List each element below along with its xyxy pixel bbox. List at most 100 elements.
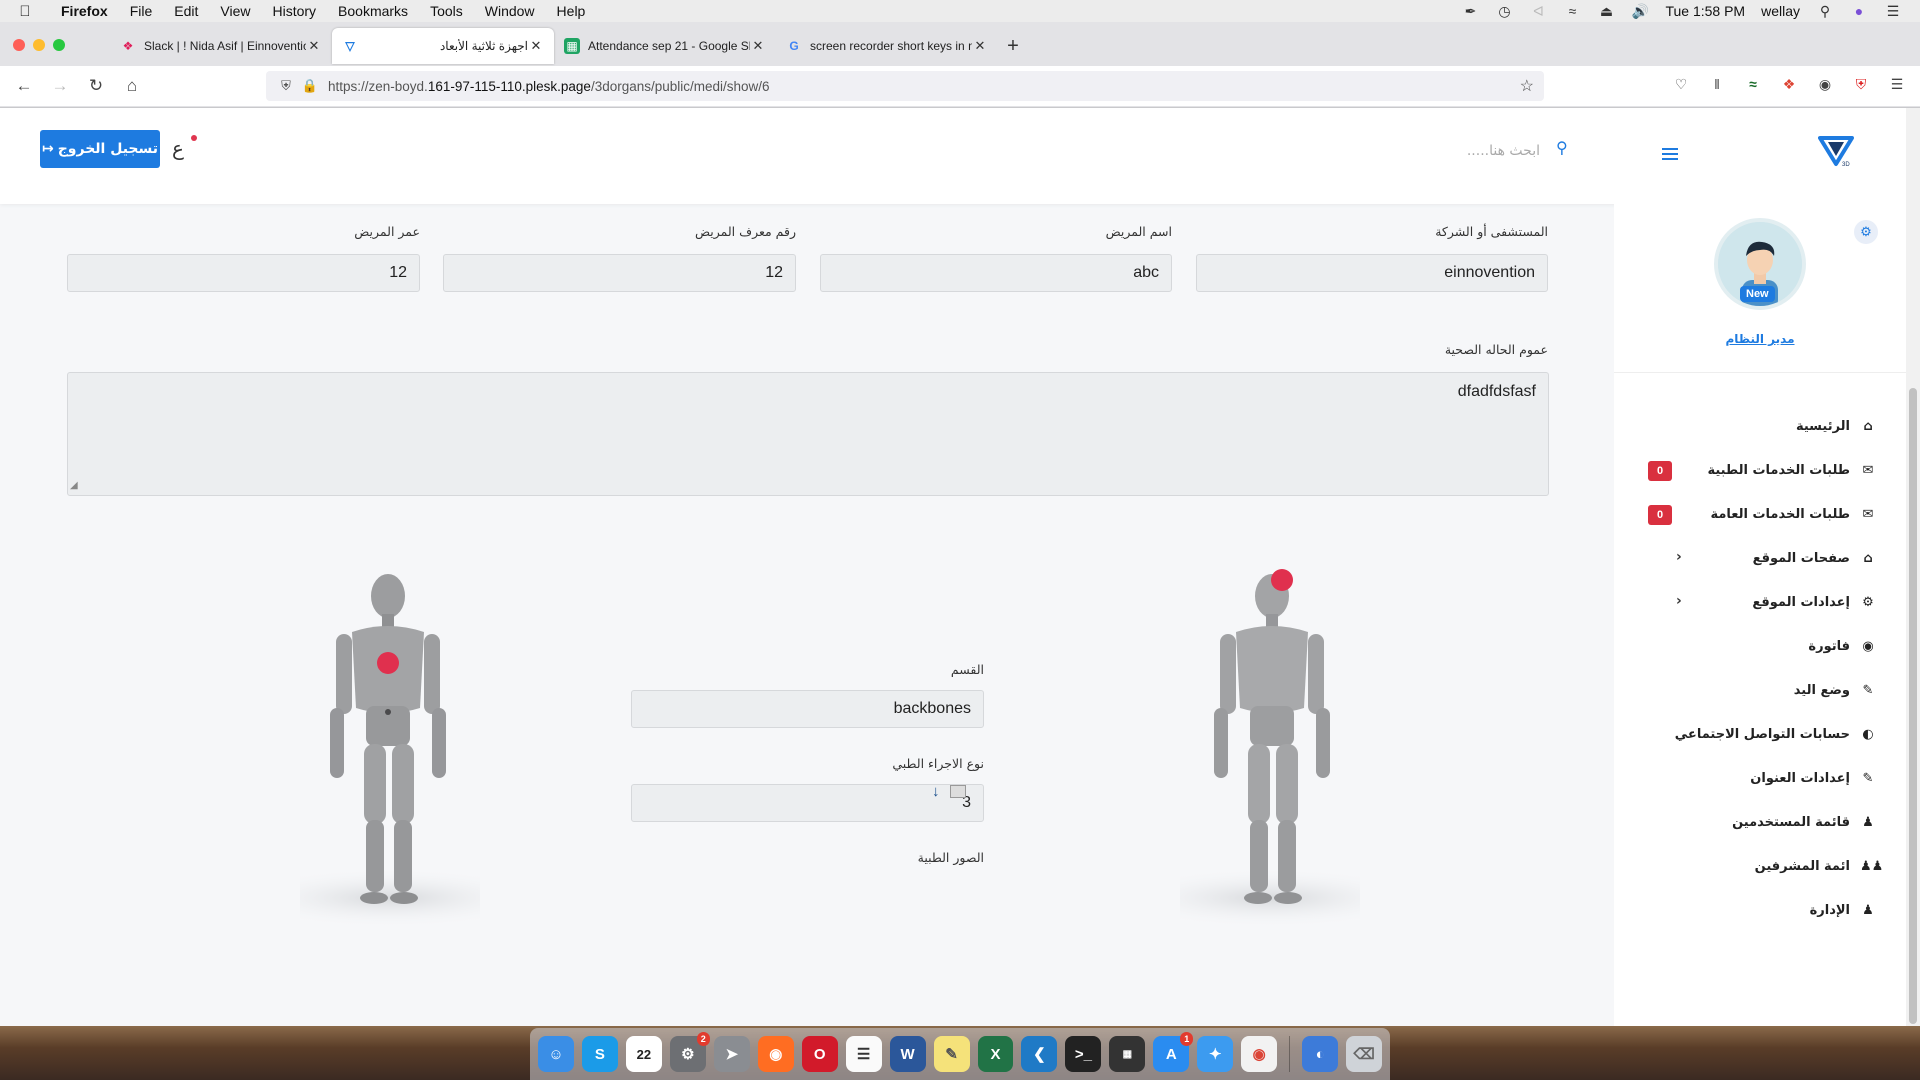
eject-icon[interactable]: ⏏ [1597, 3, 1615, 20]
sidebar-item-hand-mode[interactable]: وضع اليد ✎ [1614, 668, 1906, 712]
search-input[interactable] [1280, 136, 1540, 166]
close-window-icon[interactable] [13, 39, 25, 51]
skype-icon[interactable]: S [581, 1036, 618, 1072]
image-thumbnail-icon[interactable] [949, 785, 966, 798]
url-text[interactable]: https://zen-boyd.161-97-115-110.plesk.pa… [328, 79, 770, 94]
health-status-textarea[interactable]: dfadfdsfasf [67, 372, 1549, 496]
app-store-icon[interactable]: A1 [1153, 1032, 1194, 1072]
scrollbar-thumb[interactable] [1909, 388, 1917, 1024]
tab-slack[interactable]: ❖ Slack | ! Nida Asif | Einnovention ✕ [110, 28, 332, 64]
menu-edit[interactable]: Edit [163, 3, 209, 19]
sidebar-item-site-pages[interactable]: › صفحات الموقع ⌂ [1614, 536, 1906, 580]
finder-icon[interactable]: ☺ [538, 1036, 574, 1072]
notes-icon[interactable]: ✎ [933, 1036, 970, 1072]
tab-sheets[interactable]: ▦ Attendance sep 21 - Google Sheets ✕ [554, 28, 776, 64]
safari-icon[interactable]: ✦ [1197, 1036, 1234, 1072]
system-preferences-icon[interactable]: ⚙ 2 [669, 1032, 710, 1072]
sidebar-item-site-settings[interactable]: › إعدادات الموقع ⚙ [1614, 580, 1906, 624]
extension-color-icon[interactable]: ❖ [1780, 76, 1798, 93]
downloads-folder-icon[interactable]: ◐ [1302, 1036, 1339, 1072]
volume-icon[interactable]: 🔊 [1631, 3, 1649, 20]
menu-icon[interactable]: ☰ [1888, 76, 1906, 93]
menu-app-name[interactable]: Firefox [50, 3, 119, 19]
patient-name-field[interactable]: abc [820, 254, 1172, 292]
user-role-link[interactable]: مدير النظام [1614, 332, 1906, 346]
notification-center-icon[interactable]: ☰ [1884, 3, 1902, 20]
reload-icon[interactable]: ↻ [78, 76, 114, 96]
close-tab-icon[interactable]: ✕ [528, 38, 544, 54]
settings-gear-icon[interactable]: ⚙ [1854, 220, 1878, 244]
body-front-figure[interactable] [1180, 558, 1360, 934]
patient-age-field[interactable]: 12 [67, 254, 420, 292]
sidebar-item-social-accounts[interactable]: حسابات التواصل الاجتماعي ◐ [1614, 712, 1906, 756]
back-icon[interactable]: ← [6, 76, 42, 96]
shield-icon[interactable]: ⛨ [274, 78, 298, 94]
sidebar-item-medical-requests[interactable]: 0 طلبات الخدمات الطبية ✉ [1614, 448, 1906, 492]
reminders-icon[interactable]: ☰ [845, 1036, 882, 1072]
menu-window[interactable]: Window [474, 3, 546, 19]
wifi-icon[interactable]: ≈ [1563, 3, 1581, 19]
section-field[interactable]: backbones [631, 690, 984, 728]
menu-view[interactable]: View [209, 3, 261, 19]
launchpad-icon[interactable]: ➤ [713, 1036, 750, 1072]
library-icon[interactable]: ‖ [1708, 76, 1726, 93]
sidebar-item-users-list[interactable]: قائمة المستخدمين ♟ [1614, 800, 1906, 844]
sidebar-item-general-requests[interactable]: 0 طلبات الخدمات العامة ✉ [1614, 492, 1906, 536]
hamburger-menu-icon[interactable] [1662, 148, 1678, 163]
console-icon[interactable]: ▦ [1109, 1036, 1146, 1072]
patient-id-field[interactable]: 12 [443, 254, 796, 292]
logout-button[interactable]: ↦ تسجيل الخروج [40, 130, 160, 168]
menu-history[interactable]: History [261, 3, 327, 19]
brand-logo-icon[interactable]: 3D [1818, 134, 1854, 168]
menubar-clock[interactable]: Tue 1:58 PM [1665, 3, 1745, 19]
extension-bw-icon[interactable]: ≈ [1744, 76, 1762, 93]
sidebar-item-address-settings[interactable]: إعدادات العنوان ✎ [1614, 756, 1906, 800]
url-bar[interactable]: ⛨ 🔒 https://zen-boyd.161-97-115-110.ples… [266, 71, 1544, 101]
page-scrollbar[interactable] [1906, 108, 1920, 1026]
lock-icon[interactable]: 🔒 [298, 78, 322, 94]
menu-help[interactable]: Help [546, 3, 597, 19]
bookmark-star-icon[interactable]: ☆ [1520, 76, 1534, 96]
sidebar-item-home[interactable]: الرئيسية ⌂ [1614, 404, 1906, 448]
close-tab-icon[interactable]: ✕ [750, 38, 766, 54]
resize-handle-icon[interactable]: ◢ [70, 480, 78, 491]
calendar-icon[interactable]: 22 [625, 1036, 662, 1072]
feather-icon[interactable]: ✒ [1461, 3, 1479, 20]
home-icon[interactable]: ⌂ [114, 76, 150, 96]
zoom-window-icon[interactable] [53, 39, 65, 51]
spotlight-search-icon[interactable]: ⚲ [1816, 3, 1834, 20]
opera-icon[interactable]: O [801, 1036, 838, 1072]
time-machine-icon[interactable]: ◷ [1495, 3, 1513, 20]
sidebar-item-invoice[interactable]: فاتورة ◉ [1614, 624, 1906, 668]
close-tab-icon[interactable]: ✕ [972, 38, 988, 54]
marker-back-dot[interactable] [377, 652, 399, 674]
close-tab-icon[interactable]: ✕ [306, 38, 322, 54]
hospital-field[interactable]: einnovention [1196, 254, 1548, 292]
excel-icon[interactable]: X [977, 1036, 1014, 1072]
extension-h-icon[interactable]: ◉ [1816, 76, 1834, 93]
menu-bookmarks[interactable]: Bookmarks [327, 3, 419, 19]
vscode-icon[interactable]: ❮ [1021, 1036, 1058, 1072]
chrome-icon[interactable]: ◉ [1241, 1036, 1278, 1072]
forward-icon[interactable]: → [42, 76, 78, 96]
firefox-icon[interactable]: ◉ [757, 1036, 794, 1072]
terminal-icon[interactable]: >_ [1065, 1036, 1102, 1072]
menu-tools[interactable]: Tools [419, 3, 474, 19]
pocket-icon[interactable]: ♡ [1672, 76, 1690, 93]
menu-file[interactable]: File [119, 3, 164, 19]
bluetooth-icon[interactable]: ᐊ [1529, 3, 1547, 20]
marker-front-dot[interactable] [1271, 569, 1293, 591]
trash-icon[interactable]: ⌫ [1346, 1036, 1383, 1072]
download-arrow-icon[interactable]: ↓ [932, 783, 940, 800]
new-tab-icon[interactable]: + [998, 28, 1028, 64]
menubar-user[interactable]: wellay [1761, 3, 1800, 19]
word-icon[interactable]: W [889, 1036, 926, 1072]
apple-icon[interactable]:  [0, 3, 50, 20]
tab-google[interactable]: G screen recorder short keys in mac ✕ [776, 28, 998, 64]
search-icon[interactable]: ⚲ [1556, 138, 1568, 158]
extension-shield-icon[interactable]: ⛨ [1852, 76, 1870, 93]
body-back-figure[interactable] [300, 558, 480, 934]
sidebar-item-supervisors[interactable]: ائمة المشرفين ♟♟ [1614, 844, 1906, 888]
language-toggle[interactable]: ع [172, 136, 184, 160]
siri-icon[interactable]: ● [1850, 3, 1868, 19]
